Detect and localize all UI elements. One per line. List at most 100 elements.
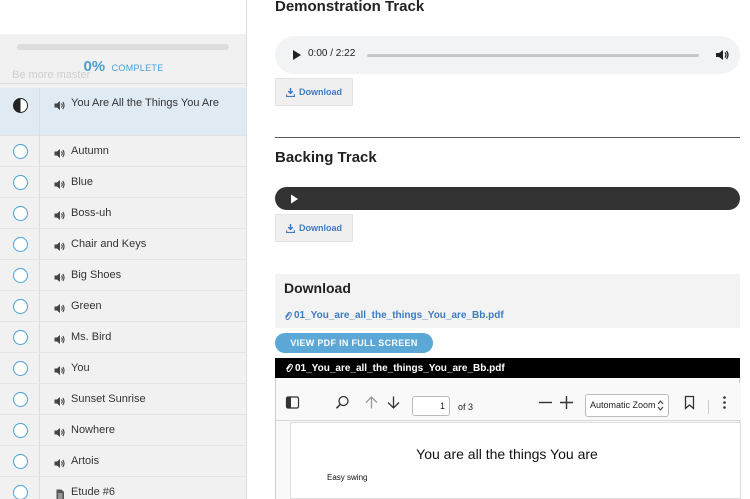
- more-options-icon[interactable]: [717, 395, 732, 410]
- volume-icon[interactable]: [715, 48, 729, 62]
- backing-track-heading: Backing Track: [275, 149, 377, 166]
- audio-seek-bar[interactable]: [367, 54, 699, 57]
- play-icon[interactable]: [287, 46, 305, 64]
- lesson-item[interactable]: Etude #6: [0, 477, 246, 499]
- sheet-music-title: You are all the things You are: [416, 446, 598, 462]
- download-icon: [286, 223, 295, 233]
- zoom-out-icon[interactable]: [538, 395, 553, 410]
- sidebar-top-strip: [0, 0, 246, 34]
- lesson-status-column: [0, 446, 40, 476]
- lesson-item[interactable]: Chair and Keys: [0, 229, 246, 260]
- lesson-content: Demonstration Track 0:00 / 2:22 Download…: [275, 0, 750, 499]
- incomplete-status-icon: [13, 206, 28, 221]
- lesson-status-column: [0, 322, 40, 352]
- lesson-title: Etude #6: [71, 486, 116, 498]
- sidebar-toggle-icon[interactable]: [285, 395, 300, 410]
- lesson-title: Blue: [71, 176, 94, 188]
- speaker-icon: [54, 363, 66, 375]
- page-count: of 3: [458, 402, 474, 412]
- lesson-title: Big Shoes: [71, 269, 122, 281]
- sheet-music-style: Easy swing: [327, 473, 368, 482]
- play-icon[interactable]: [288, 193, 300, 205]
- lesson-status-column: [0, 167, 40, 197]
- progress-label: 0% COMPLETE: [0, 58, 246, 76]
- speaker-icon: [54, 98, 66, 110]
- previous-page-icon[interactable]: [364, 395, 379, 410]
- lesson-item[interactable]: Artois: [0, 446, 246, 477]
- download-backing-button[interactable]: Download: [275, 214, 353, 242]
- zoom-in-icon[interactable]: [559, 395, 574, 410]
- lesson-item[interactable]: Blue: [0, 167, 246, 198]
- zoom-select[interactable]: Automatic Zoom: [585, 394, 669, 417]
- incomplete-status-icon: [13, 299, 28, 314]
- progress-bar: [17, 44, 229, 50]
- speaker-icon: [54, 394, 66, 406]
- select-arrows-icon: [657, 400, 664, 411]
- lesson-title: Green: [71, 300, 102, 312]
- lesson-title: Autumn: [71, 145, 109, 157]
- lesson-item[interactable]: Green: [0, 291, 246, 322]
- incomplete-status-icon: [13, 361, 28, 376]
- lesson-item[interactable]: Boss-uh: [0, 198, 246, 229]
- incomplete-status-icon: [13, 268, 28, 283]
- lesson-title: Chair and Keys: [71, 238, 147, 250]
- speaker-icon: [54, 270, 66, 282]
- speaker-icon: [54, 177, 66, 189]
- progress-percent: 0%: [83, 58, 106, 75]
- lesson-item[interactable]: You: [0, 353, 246, 384]
- demonstration-audio-player[interactable]: 0:00 / 2:22: [275, 36, 740, 74]
- pdf-viewer-filename: 01_You_are_all_the_things_You_are_Bb.pdf: [295, 362, 505, 374]
- download-label: Download: [299, 223, 342, 233]
- lesson-title: Sunset Sunrise: [71, 393, 146, 405]
- section-divider: [275, 137, 740, 138]
- download-icon: [286, 87, 295, 97]
- lesson-title: Ms. Bird: [71, 331, 112, 343]
- pdf-download-link[interactable]: 01_You_are_all_the_things_You_are_Bb.pdf: [284, 310, 504, 321]
- lesson-status-column: [0, 291, 40, 321]
- speaker-icon: [54, 456, 66, 468]
- audio-time: 0:00 / 2:22: [308, 48, 356, 59]
- incomplete-status-icon: [13, 175, 28, 190]
- demonstration-track-heading: Demonstration Track: [275, 0, 425, 15]
- download-label: Download: [299, 87, 342, 97]
- speaker-icon: [54, 208, 66, 220]
- paperclip-icon: [285, 311, 292, 320]
- course-progress: Be more master 0% COMPLETE: [0, 34, 246, 84]
- incomplete-status-icon: [13, 485, 28, 499]
- speaker-icon: [54, 332, 66, 344]
- lesson-item[interactable]: You Are All the Things You Are: [0, 88, 246, 136]
- search-icon[interactable]: [335, 395, 350, 410]
- lesson-status-column: [0, 136, 40, 166]
- lesson-item[interactable]: Autumn: [0, 136, 246, 167]
- download-section: Download 01_You_are_all_the_things_You_a…: [275, 274, 740, 328]
- lesson-status-column: [0, 88, 40, 135]
- lesson-title: You Are All the Things You Are: [71, 97, 220, 109]
- pdf-viewer-titlebar: 01_You_are_all_the_things_You_are_Bb.pdf: [275, 358, 740, 378]
- document-icon: [54, 487, 66, 499]
- view-pdf-fullscreen-button[interactable]: VIEW PDF IN FULL SCREEN: [275, 333, 433, 353]
- lesson-status-column: [0, 353, 40, 383]
- progress-complete-label: COMPLETE: [111, 63, 164, 73]
- lesson-title: Artois: [71, 455, 100, 467]
- lesson-list: You Are All the Things You Are Autumn Blue…: [0, 88, 246, 499]
- next-page-icon[interactable]: [386, 395, 401, 410]
- backing-audio-player[interactable]: [275, 187, 740, 210]
- toolbar-separator: [708, 400, 709, 414]
- page-number-input[interactable]: 1: [412, 396, 450, 416]
- lesson-item[interactable]: Big Shoes: [0, 260, 246, 291]
- download-demonstration-button[interactable]: Download: [275, 78, 353, 106]
- lesson-title: You: [71, 362, 90, 374]
- zoom-value: Automatic Zoom: [590, 400, 656, 410]
- lesson-sidebar: Be more master 0% COMPLETE You Are All t…: [0, 0, 247, 499]
- speaker-icon: [54, 425, 66, 437]
- lesson-item[interactable]: Nowhere: [0, 415, 246, 446]
- download-section-heading: Download: [284, 280, 351, 296]
- paperclip-icon: [286, 363, 293, 373]
- lesson-title: Nowhere: [71, 424, 116, 436]
- pdf-viewer: 1 of 3 Automatic Zoom You are all the th…: [275, 378, 741, 499]
- incomplete-status-icon: [13, 330, 28, 345]
- lesson-item[interactable]: Ms. Bird: [0, 322, 246, 353]
- bookmark-icon[interactable]: [682, 395, 697, 410]
- lesson-item[interactable]: Sunset Sunrise: [0, 384, 246, 415]
- pdf-page: You are all the things You are Easy swin…: [290, 422, 741, 499]
